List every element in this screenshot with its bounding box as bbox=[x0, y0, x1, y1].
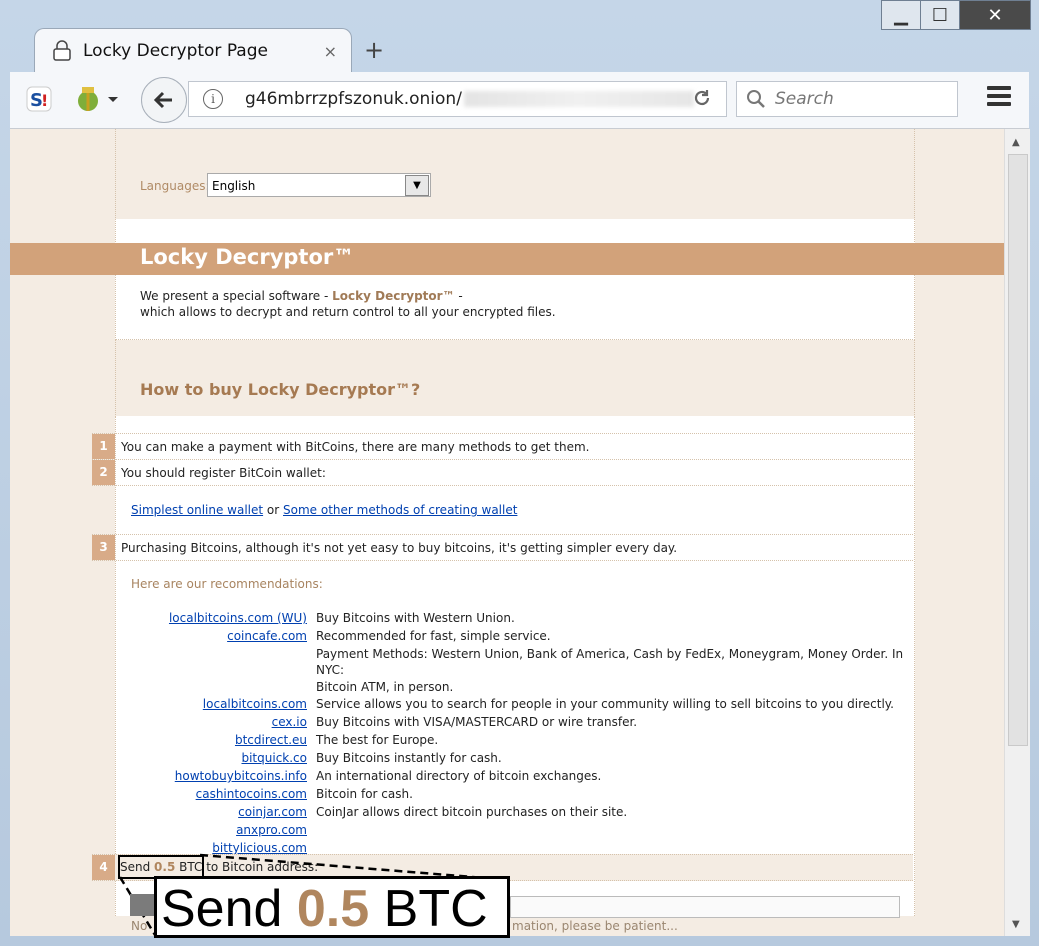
zoom-amount: 0.5 bbox=[296, 880, 370, 938]
bitcoin-address-field[interactable] bbox=[510, 896, 900, 918]
vertical-scrollbar[interactable]: ▲ ▼ bbox=[1004, 129, 1030, 936]
partial-text-left: No bbox=[131, 919, 148, 933]
callout-lines bbox=[118, 853, 511, 936]
zoom-callout: Send 0.5 BTC bbox=[154, 876, 510, 938]
zoom-before: Send bbox=[161, 880, 297, 938]
partial-button bbox=[130, 894, 154, 916]
scroll-down-icon[interactable]: ▼ bbox=[1012, 919, 1020, 930]
zoom-after: BTC bbox=[369, 880, 488, 938]
scroll-up-icon[interactable]: ▲ bbox=[1012, 137, 1020, 148]
scroll-thumb[interactable] bbox=[1008, 154, 1028, 746]
partial-text-right: mation, please be patient... bbox=[512, 919, 678, 933]
browser-window: ▁ ☐ ✕ Locky Decryptor Page × + S ! i g46… bbox=[0, 0, 1039, 946]
